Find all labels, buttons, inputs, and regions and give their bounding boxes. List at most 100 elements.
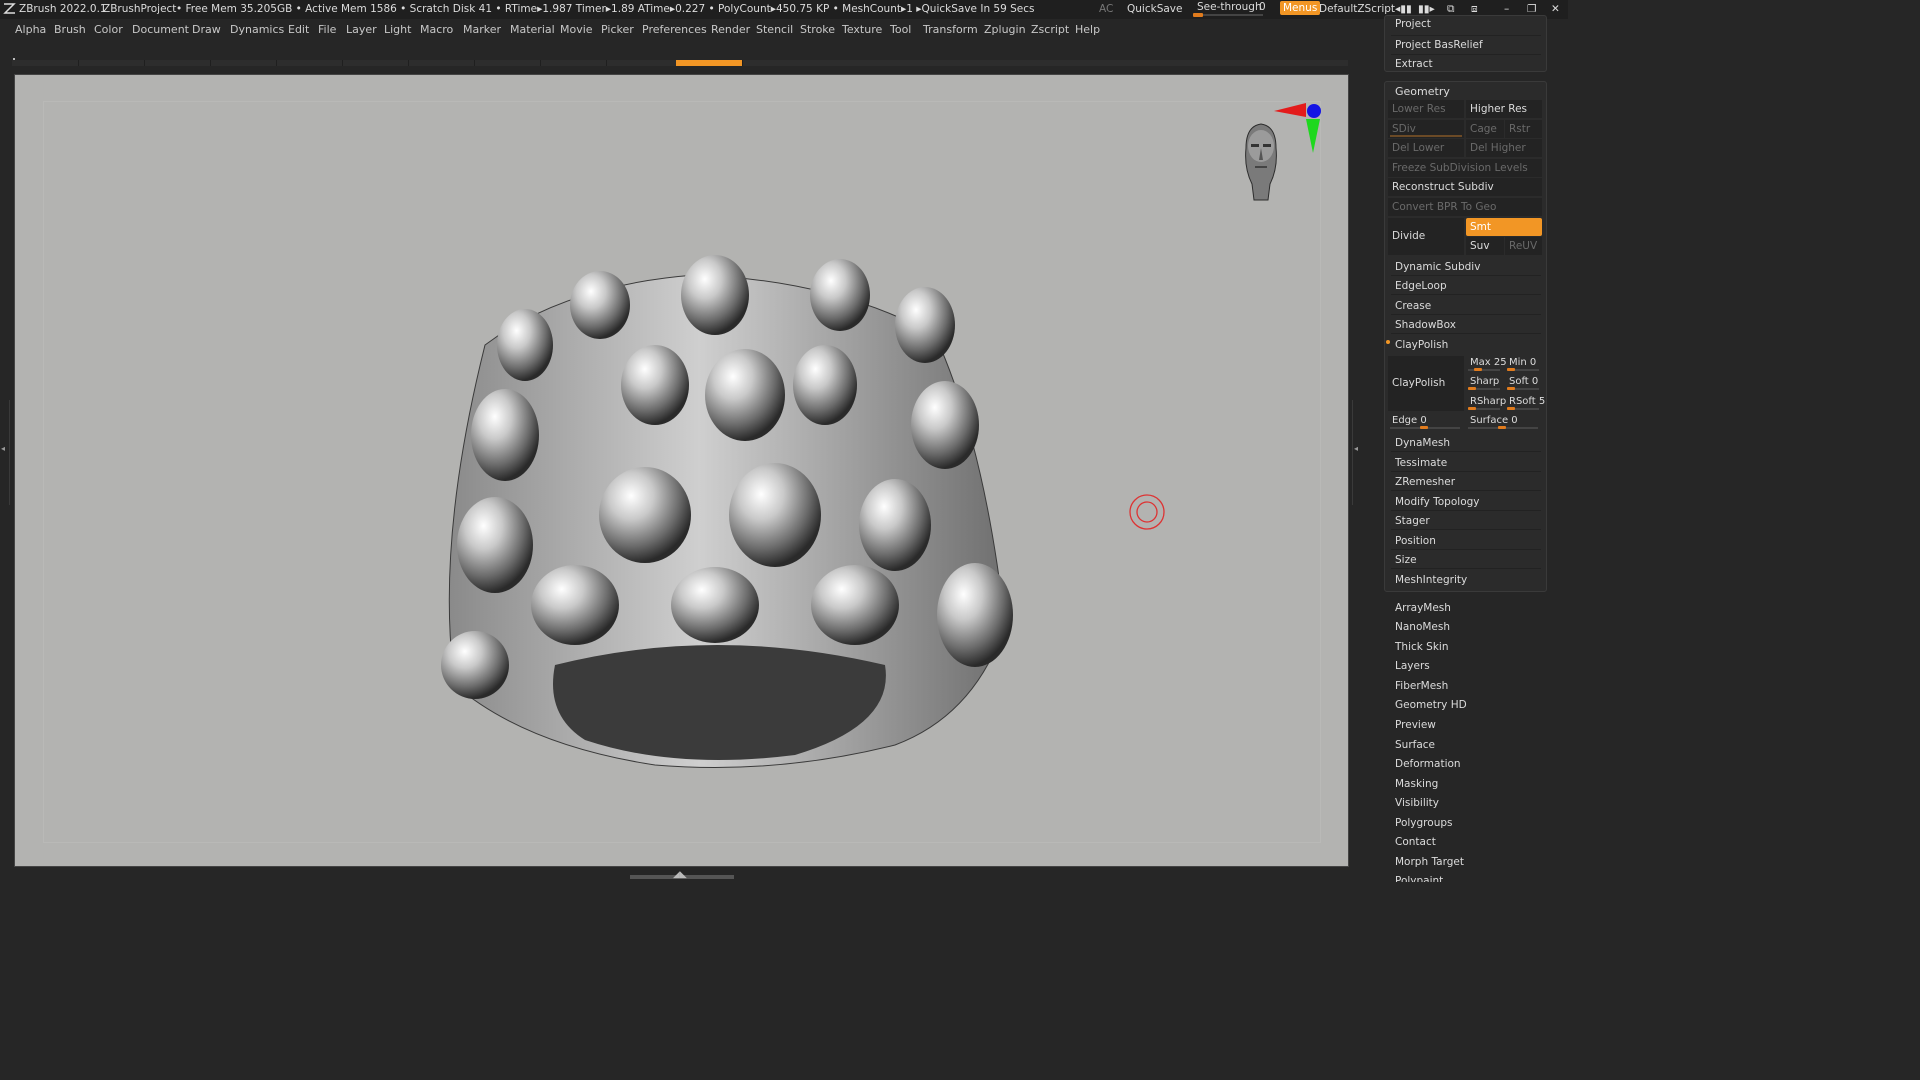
claypolish-button[interactable]: ClayPolish	[1388, 356, 1464, 411]
subpalette-visibility[interactable]: Visibility	[1395, 797, 1439, 809]
del-lower-button[interactable]: Del Lower	[1388, 139, 1464, 157]
menu-render[interactable]: Render	[711, 23, 750, 36]
meshintegrity-button[interactable]: MeshIntegrity	[1391, 571, 1541, 589]
edge-slider[interactable]: Edge 0	[1388, 412, 1464, 430]
layout-left-icon[interactable]: ◂▮▮	[1395, 3, 1412, 15]
shadowbox-button[interactable]: ShadowBox	[1391, 316, 1541, 334]
size-button[interactable]: Size	[1391, 551, 1541, 569]
ac-toggle[interactable]: AC	[1099, 3, 1113, 15]
stager-button[interactable]: Stager	[1391, 512, 1541, 530]
menu-alpha[interactable]: Alpha	[15, 23, 46, 36]
soft-slider[interactable]: Soft 0	[1505, 373, 1542, 391]
tessimate-button[interactable]: Tessimate	[1391, 454, 1541, 472]
subpalette-geometry-hd[interactable]: Geometry HD	[1395, 699, 1467, 711]
document-tab-strip[interactable]	[12, 60, 1348, 66]
tab-slot[interactable]	[144, 60, 211, 66]
tab-slot[interactable]	[606, 60, 677, 66]
quicksave-button[interactable]: QuickSave	[1127, 3, 1182, 15]
restore-icon[interactable]: ❐	[1527, 3, 1536, 15]
rsharp-slider[interactable]: RSharp	[1466, 393, 1506, 411]
chevron-updown-icon[interactable]: ◢◣	[673, 870, 687, 880]
menu-macro[interactable]: Macro	[420, 23, 453, 36]
menu-brush[interactable]: Brush	[54, 23, 86, 36]
cage-button[interactable]: Cage	[1466, 120, 1504, 138]
modify-topology-button[interactable]: Modify Topology	[1391, 493, 1541, 511]
menu-layer[interactable]: Layer	[346, 23, 377, 36]
extract-button[interactable]: Extract	[1391, 54, 1541, 72]
menu-zscript[interactable]: Zscript	[1031, 23, 1069, 36]
menu-movie[interactable]: Movie	[560, 23, 593, 36]
dynamesh-button[interactable]: DynaMesh	[1391, 434, 1541, 452]
suv-toggle[interactable]: Suv	[1466, 237, 1504, 255]
menu-stroke[interactable]: Stroke	[800, 23, 835, 36]
subpalette-arraymesh[interactable]: ArrayMesh	[1395, 602, 1451, 614]
menu-stencil[interactable]: Stencil	[756, 23, 793, 36]
menus-toggle[interactable]: Menus	[1280, 1, 1321, 15]
menu-transform[interactable]: Transform	[923, 23, 978, 36]
geometry-title[interactable]: Geometry	[1391, 83, 1450, 101]
sdiv-slider[interactable]: SDiv	[1388, 120, 1464, 138]
menu-tool[interactable]: Tool	[890, 23, 911, 36]
project-button[interactable]: Project	[1391, 15, 1541, 33]
tab-slot[interactable]	[78, 60, 145, 66]
subpalette-nanomesh[interactable]: NanoMesh	[1395, 621, 1450, 633]
menu-color[interactable]: Color	[94, 23, 123, 36]
higher-res-button[interactable]: Higher Res	[1466, 100, 1542, 118]
right-tray-handle[interactable]: ◂	[1352, 400, 1362, 505]
menu-texture[interactable]: Texture	[842, 23, 882, 36]
tab-slot[interactable]	[408, 60, 475, 66]
subpalette-polygroups[interactable]: Polygroups	[1395, 817, 1452, 829]
menu-light[interactable]: Light	[384, 23, 411, 36]
menu-document[interactable]: Document	[132, 23, 189, 36]
menu-draw[interactable]: Draw	[192, 23, 221, 36]
sharp-slider[interactable]: Sharp	[1466, 373, 1504, 391]
menu-preferences[interactable]: Preferences	[642, 23, 707, 36]
menu-material[interactable]: Material	[510, 23, 555, 36]
subpalette-morph-target[interactable]: Morph Target	[1395, 856, 1464, 868]
subpalette-preview[interactable]: Preview	[1395, 719, 1436, 731]
convert-bpr-button[interactable]: Convert BPR To Geo	[1388, 198, 1542, 216]
axis-gizmo-icon[interactable]	[1270, 97, 1328, 157]
subpalette-surface[interactable]: Surface	[1395, 739, 1435, 751]
position-button[interactable]: Position	[1391, 532, 1541, 550]
menu-file[interactable]: File	[318, 23, 336, 36]
tab-slot[interactable]	[342, 60, 409, 66]
layout-right-icon[interactable]: ▮▮▸	[1418, 3, 1435, 15]
subpalette-contact[interactable]: Contact	[1395, 836, 1436, 848]
surface-slider[interactable]: Surface 0	[1466, 412, 1542, 430]
rsoft-slider[interactable]: RSoft 5	[1505, 393, 1545, 411]
menu-dynamics[interactable]: Dynamics	[230, 23, 284, 36]
script-name[interactable]: DefaultZScript	[1319, 3, 1395, 15]
close-icon[interactable]: ✕	[1551, 3, 1560, 15]
claypolish-title[interactable]: ClayPolish	[1391, 336, 1541, 354]
min-slider[interactable]: Min 0	[1505, 354, 1542, 372]
tab-slot[interactable]	[474, 60, 541, 66]
subpalette-masking[interactable]: Masking	[1395, 778, 1438, 790]
tab-slot[interactable]	[540, 60, 607, 66]
tab-slot[interactable]	[210, 60, 277, 66]
divide-button[interactable]: Divide	[1388, 218, 1464, 255]
crease-button[interactable]: Crease	[1391, 297, 1541, 315]
freeze-subdivision-button[interactable]: Freeze SubDivision Levels	[1388, 159, 1542, 177]
reuv-button[interactable]: ReUV	[1505, 237, 1542, 255]
see-through-slider[interactable]: See-through 0	[1193, 1, 1269, 17]
tab-slot[interactable]	[276, 60, 343, 66]
dynamic-subdiv-button[interactable]: Dynamic Subdiv	[1391, 258, 1541, 276]
subpalette-fibermesh[interactable]: FiberMesh	[1395, 680, 1448, 692]
left-tray-handle[interactable]: ◂	[0, 400, 10, 505]
subpalette-thick-skin[interactable]: Thick Skin	[1395, 641, 1449, 653]
reconstruct-subdiv-button[interactable]: Reconstruct Subdiv	[1388, 178, 1542, 196]
rstr-button[interactable]: Rstr	[1505, 120, 1542, 138]
tab-slot[interactable]	[12, 60, 79, 66]
lower-res-button[interactable]: Lower Res	[1388, 100, 1464, 118]
project-basrelief-button[interactable]: Project BasRelief	[1391, 35, 1541, 53]
subpalette-polypaint[interactable]: Polypaint	[1395, 875, 1443, 882]
menu-edit[interactable]: Edit	[288, 23, 309, 36]
sculpt-mesh[interactable]	[415, 245, 1025, 775]
canvas-viewport[interactable]	[14, 74, 1349, 867]
tab-slot-active[interactable]	[676, 60, 743, 66]
max-slider[interactable]: Max 25	[1466, 354, 1507, 372]
menu-picker[interactable]: Picker	[601, 23, 634, 36]
subpalette-layers[interactable]: Layers	[1395, 660, 1430, 672]
edgeloop-button[interactable]: EdgeLoop	[1391, 277, 1541, 295]
